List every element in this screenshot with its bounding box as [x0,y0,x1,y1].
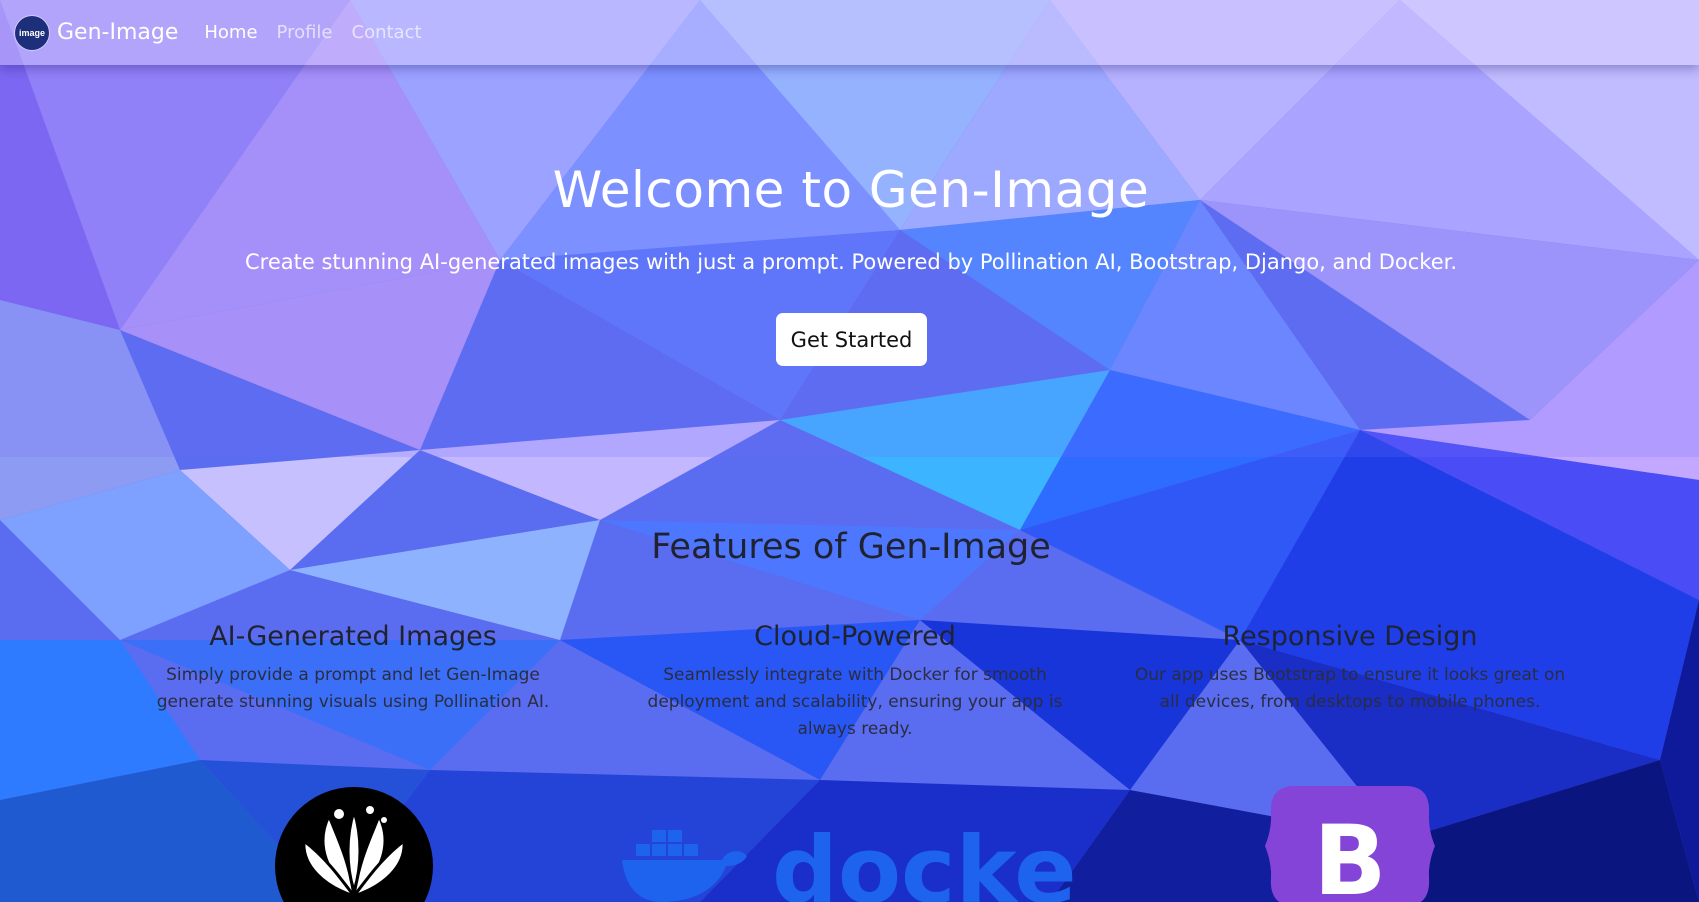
feature-responsive-design: Responsive Design Our app uses Bootstrap… [1130,621,1570,716]
brand-logo-text: image [18,27,45,38]
feature-title: AI-Generated Images [209,621,497,652]
feature-description: Simply provide a prompt and let Gen-Imag… [156,665,550,712]
feature-description: Seamlessly integrate with Docker for smo… [647,665,1063,739]
feature-title: Cloud-Powered [754,621,956,652]
docker-logo-icon: docker [622,817,1123,902]
bootstrap-logo-icon: B [1265,786,1435,902]
get-started-button[interactable]: Get Started [776,313,927,366]
hero-title: Welcome to Gen-Image [552,161,1150,219]
nav-links: Home Profile Contact [204,22,440,43]
nav-link-profile[interactable]: Profile [277,22,333,43]
brand-name: Gen-Image [57,20,179,45]
brand-link[interactable]: image Gen-Image [15,15,179,50]
nav-link-contact[interactable]: Contact [352,22,422,43]
feature-description: Our app uses Bootstrap to ensure it look… [1134,665,1566,712]
top-navbar: image Gen-Image Home Profile Contact [0,0,1699,65]
brand-logo-icon: image [15,15,49,50]
hero-subtitle: Create stunning AI-generated images with… [244,250,1457,274]
docker-logo-text: docker [772,820,1082,902]
feature-cloud-powered: Cloud-Powered Seamlessly integrate with … [620,621,1090,743]
pollination-logo-icon [274,786,434,902]
feature-title: Responsive Design [1222,621,1478,652]
bootstrap-logo-text: B [1313,805,1386,902]
features-title: Features of Gen-Image [651,527,1051,567]
hero-section: Welcome to Gen-Image Create stunning AI-… [0,65,1699,457]
nav-link-home[interactable]: Home [204,22,257,43]
feature-ai-generated-images: AI-Generated Images Simply provide a pro… [133,621,573,716]
